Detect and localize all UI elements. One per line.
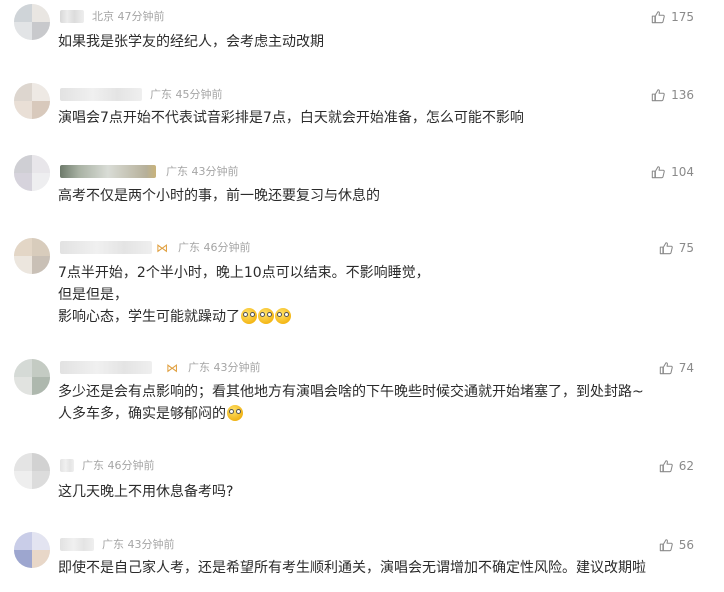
like-count: 56 <box>678 538 694 552</box>
thumbs-up-icon <box>651 166 665 179</box>
comment-line: 这几天晚上不用休息备考吗? <box>58 484 234 500</box>
username[interactable] <box>60 88 142 101</box>
vip-badge-icon: ⋈ <box>156 241 168 255</box>
timestamp: 43分钟前 <box>191 165 239 178</box>
like-count: 74 <box>678 361 694 375</box>
comment-meta: 广东 46分钟前 <box>82 459 155 473</box>
comment-meta: 广东 43分钟前 <box>166 165 239 179</box>
comment-line: 演唱会7点开始不代表试音彩排是7点，白天就会开始准备，怎么可能不影响 <box>58 110 524 126</box>
comment-line-text: 影响心态，学生可能就躁动了 <box>58 309 240 325</box>
timestamp: 46分钟前 <box>107 459 155 472</box>
like-count: 75 <box>678 241 694 255</box>
comment-item: 广东 43分钟前 104 高考不仅是两个小时的事，前一晚还要复习与休息的 <box>0 152 724 222</box>
comment-meta: 北京 47分钟前 <box>92 10 165 24</box>
comment-line: 如果我是张学友的经纪人，会考虑主动改期 <box>58 34 324 50</box>
like-count: 104 <box>671 165 694 179</box>
username[interactable] <box>60 165 156 178</box>
comment-item: ⋈ 广东 43分钟前 74 多少还是会有点影响的；看其他地方有演唱会啥的下午晚些… <box>0 350 724 442</box>
dizzy-face-emoji-icon <box>275 308 291 324</box>
comment-line: 即使不是自己家人考，还是希望所有考生顺利通关，演唱会无谓增加不确定性风险。建议改… <box>58 560 646 576</box>
like-count: 136 <box>671 88 694 102</box>
avatar[interactable] <box>14 532 50 568</box>
timestamp: 46分钟前 <box>203 241 251 254</box>
location: 广东 <box>150 88 172 101</box>
comment-line: 7点半开始，2个半小时，晚上10点可以结束。不影响睡觉， <box>58 265 430 281</box>
like-button[interactable]: 136 <box>651 88 694 102</box>
like-button[interactable]: 62 <box>659 459 694 473</box>
comment-line: 高考不仅是两个小时的事，前一晚还要复习与休息的 <box>58 188 380 204</box>
avatar[interactable] <box>14 359 50 395</box>
username[interactable] <box>60 459 74 472</box>
like-button[interactable]: 56 <box>659 538 694 552</box>
comment-meta: 广东 43分钟前 <box>102 538 175 552</box>
location: 北京 <box>92 10 114 23</box>
comment-meta: 广东 43分钟前 <box>188 361 261 375</box>
thumbs-up-icon <box>651 89 665 102</box>
timestamp: 47分钟前 <box>117 10 165 23</box>
username[interactable] <box>60 241 152 254</box>
username[interactable] <box>60 361 152 374</box>
timestamp: 45分钟前 <box>175 88 223 101</box>
comment-meta: 广东 45分钟前 <box>150 88 223 102</box>
comment-item: 北京 47分钟前 175 如果我是张学友的经纪人，会考虑主动改期 <box>0 0 724 70</box>
dizzy-face-emoji-icon <box>241 308 257 324</box>
username[interactable] <box>60 538 94 551</box>
timestamp: 43分钟前 <box>213 361 261 374</box>
comment-line: 但是但是， <box>58 287 128 303</box>
avatar[interactable] <box>14 155 50 191</box>
thumbs-up-icon <box>651 11 665 24</box>
location: 广东 <box>166 165 188 178</box>
comment-text: 如果我是张学友的经纪人，会考虑主动改期 <box>58 31 704 53</box>
avatar[interactable] <box>14 83 50 119</box>
thumbs-up-icon <box>659 460 673 473</box>
like-count: 62 <box>678 459 694 473</box>
comment-item: 广东 45分钟前 136 演唱会7点开始不代表试音彩排是7点，白天就会开始准备，… <box>0 80 724 150</box>
dizzy-face-emoji-icon <box>258 308 274 324</box>
location: 广东 <box>102 538 124 551</box>
comment-line-text: 人多车多，确实是够郁闷的 <box>58 406 226 422</box>
like-button[interactable]: 74 <box>659 361 694 375</box>
location: 广东 <box>188 361 210 374</box>
comment-item: ⋈ 广东 46分钟前 75 7点半开始，2个半小时，晚上10点可以结束。不影响睡… <box>0 228 724 338</box>
comment-text: 演唱会7点开始不代表试音彩排是7点，白天就会开始准备，怎么可能不影响 <box>58 107 704 129</box>
comment-text: 多少还是会有点影响的；看其他地方有演唱会啥的下午晚些时候交通就开始堵塞了，到处封… <box>58 381 704 425</box>
comment-item: 广东 46分钟前 62 这几天晚上不用休息备考吗? <box>0 450 724 520</box>
comment-line: 影响心态，学生可能就躁动了 <box>58 306 704 328</box>
like-button[interactable]: 75 <box>659 241 694 255</box>
timestamp: 43分钟前 <box>127 538 175 551</box>
comment-line: 多少还是会有点影响的；看其他地方有演唱会啥的下午晚些时候交通就开始堵塞了，到处封… <box>58 384 644 400</box>
avatar[interactable] <box>14 453 50 489</box>
vip-badge-icon: ⋈ <box>166 361 178 375</box>
location: 广东 <box>178 241 200 254</box>
comment-item: 广东 43分钟前 56 即使不是自己家人考，还是希望所有考生顺利通关，演唱会无谓… <box>0 530 724 592</box>
like-count: 175 <box>671 10 694 24</box>
comment-text: 即使不是自己家人考，还是希望所有考生顺利通关，演唱会无谓增加不确定性风险。建议改… <box>58 557 704 579</box>
username[interactable] <box>60 10 84 23</box>
comment-line: 人多车多，确实是够郁闷的 <box>58 403 704 425</box>
comment-text: 7点半开始，2个半小时，晚上10点可以结束。不影响睡觉， 但是但是， 影响心态，… <box>58 262 704 328</box>
avatar[interactable] <box>14 4 50 40</box>
comment-meta: 广东 46分钟前 <box>178 241 251 255</box>
sweat-smile-emoji-icon <box>227 405 243 421</box>
thumbs-up-icon <box>659 539 673 552</box>
avatar[interactable] <box>14 238 50 274</box>
like-button[interactable]: 175 <box>651 10 694 24</box>
comment-text: 这几天晚上不用休息备考吗? <box>58 481 704 503</box>
thumbs-up-icon <box>659 242 673 255</box>
thumbs-up-icon <box>659 362 673 375</box>
like-button[interactable]: 104 <box>651 165 694 179</box>
comment-text: 高考不仅是两个小时的事，前一晚还要复习与休息的 <box>58 185 704 207</box>
location: 广东 <box>82 459 104 472</box>
